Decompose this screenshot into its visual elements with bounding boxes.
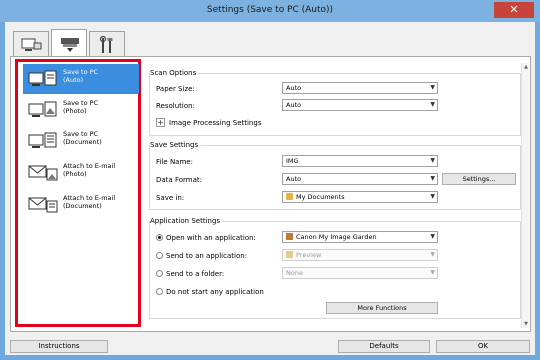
paper-size-value: Auto <box>286 84 302 92</box>
send-to-application-radio[interactable] <box>156 252 163 259</box>
open-with-application-label: Open with an application: <box>166 234 256 242</box>
tab-general-settings[interactable] <box>89 31 125 57</box>
open-with-application-value: Canon My Image Garden <box>296 233 377 241</box>
open-with-application-radio[interactable] <box>156 234 163 241</box>
settings-panel: Save to PC (Auto) Save to PC (Photo) Sav… <box>10 56 531 332</box>
expand-image-processing-button[interactable]: + <box>156 118 165 127</box>
chevron-down-icon: ▼ <box>430 269 435 276</box>
scan-options-title: Scan Options <box>150 69 200 77</box>
more-functions-button[interactable]: More Functions <box>326 302 438 314</box>
data-format-label: Data Format: <box>156 176 202 184</box>
sidebar-highlight: Save to PC (Auto) Save to PC (Photo) Sav… <box>15 59 141 327</box>
file-name-value: IMG <box>286 157 299 165</box>
chevron-down-icon: ▼ <box>430 84 435 91</box>
send-to-folder-value: None <box>286 269 303 277</box>
save-to-pc-icon <box>28 70 57 86</box>
sidebar-item-email-document[interactable]: Attach to E-mail (Document) <box>23 190 139 220</box>
save-in-label: Save in: <box>156 194 185 202</box>
sidebar-item-label: Save to PC (Document) <box>63 130 102 146</box>
settings-window: Settings (Save to PC (Auto)) ✕ Save to P… <box>0 0 540 360</box>
vertical-scrollbar[interactable]: ▲ ▼ <box>521 63 529 328</box>
chevron-down-icon: ▼ <box>430 193 435 200</box>
resolution-select[interactable]: Auto ▼ <box>282 99 438 111</box>
tab-scan-from-computer[interactable] <box>13 31 49 57</box>
send-to-application-select[interactable]: Preview ▼ <box>282 249 438 261</box>
file-name-label: File Name: <box>156 158 193 166</box>
send-to-folder-select[interactable]: None ▼ <box>282 267 438 279</box>
sidebar-item-label: Attach to E-mail (Document) <box>63 194 116 210</box>
application-settings-group: Application Settings Open with an applic… <box>149 217 521 319</box>
window-title: Settings (Save to PC (Auto)) <box>206 5 334 15</box>
sidebar-item-label: Save to PC (Photo) <box>63 99 99 115</box>
save-settings-group: Save Settings File Name: IMG ▼ Data Form… <box>149 141 521 210</box>
settings-content: Scan Options Paper Size: Auto ▼ Resoluti… <box>149 63 521 328</box>
email-document-icon <box>28 197 58 213</box>
ok-button[interactable]: OK <box>436 340 530 353</box>
chevron-down-icon: ▼ <box>430 233 435 240</box>
data-format-value: Auto <box>286 175 302 183</box>
scan-options-group: Scan Options Paper Size: Auto ▼ Resoluti… <box>149 69 521 136</box>
paper-size-label: Paper Size: <box>156 85 195 93</box>
tools-icon <box>99 36 113 53</box>
sidebar-item-label: Attach to E-mail (Photo) <box>63 162 116 178</box>
tab-scan-from-panel[interactable] <box>51 29 87 57</box>
image-garden-icon <box>286 233 293 240</box>
folder-icon <box>286 193 293 200</box>
send-to-application-value: Preview <box>296 251 322 259</box>
chevron-down-icon: ▼ <box>430 157 435 164</box>
scroll-down-icon[interactable]: ▼ <box>523 321 529 327</box>
save-to-pc-document-icon <box>28 132 57 148</box>
data-format-select[interactable]: Auto ▼ <box>282 173 438 185</box>
open-with-application-select[interactable]: Canon My Image Garden ▼ <box>282 231 438 243</box>
resolution-label: Resolution: <box>156 102 195 110</box>
sidebar-item-save-to-pc-photo[interactable]: Save to PC (Photo) <box>23 95 139 125</box>
do-not-start-application-radio[interactable] <box>156 288 163 295</box>
dialog-client: Save to PC (Auto) Save to PC (Photo) Sav… <box>5 22 535 355</box>
sidebar-item-save-to-pc-document[interactable]: Save to PC (Document) <box>23 126 139 156</box>
chevron-down-icon: ▼ <box>430 101 435 108</box>
sidebar-item-label: Save to PC (Auto) <box>63 68 99 84</box>
computer-scan-icon <box>21 38 42 51</box>
email-photo-icon <box>28 165 58 181</box>
resolution-value: Auto <box>286 101 302 109</box>
chevron-down-icon: ▼ <box>430 175 435 182</box>
sidebar-item-save-to-pc-auto[interactable]: Save to PC (Auto) <box>23 64 139 94</box>
save-settings-title: Save Settings <box>150 141 202 149</box>
do-not-start-application-label: Do not start any application <box>166 288 264 296</box>
image-processing-label: Image Processing Settings <box>169 119 262 127</box>
send-to-application-label: Send to an application: <box>166 252 248 260</box>
sidebar-item-email-photo[interactable]: Attach to E-mail (Photo) <box>23 158 139 188</box>
save-to-pc-photo-icon <box>28 101 57 117</box>
instructions-button[interactable]: Instructions <box>10 340 108 353</box>
send-to-folder-radio[interactable] <box>156 270 163 277</box>
preview-icon <box>286 251 293 258</box>
paper-size-select[interactable]: Auto ▼ <box>282 82 438 94</box>
close-button[interactable]: ✕ <box>494 2 534 18</box>
save-in-select[interactable]: My Documents ▼ <box>282 191 438 203</box>
save-in-value: My Documents <box>296 193 345 201</box>
defaults-button[interactable]: Defaults <box>338 340 430 353</box>
file-name-combo[interactable]: IMG ▼ <box>282 155 438 167</box>
chevron-down-icon: ▼ <box>430 251 435 258</box>
scroll-up-icon[interactable]: ▲ <box>523 64 529 70</box>
scanner-icon <box>61 38 79 52</box>
send-to-folder-label: Send to a folder: <box>166 270 225 278</box>
application-settings-title: Application Settings <box>150 217 224 225</box>
title-bar[interactable]: Settings (Save to PC (Auto)) ✕ <box>0 0 540 22</box>
settings-button[interactable]: Settings... <box>442 173 516 185</box>
